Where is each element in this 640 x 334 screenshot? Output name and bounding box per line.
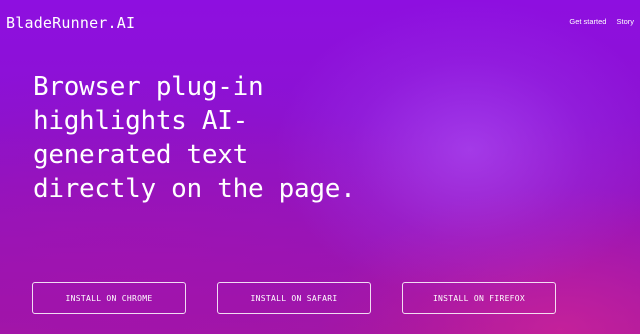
hero-line: generated text xyxy=(33,140,248,170)
brand-logo[interactable]: BladeRunner.AI xyxy=(6,14,135,32)
site-header: BladeRunner.AI Get started Story xyxy=(0,0,640,48)
hero-line: Browser plug-in xyxy=(33,72,264,102)
nav-link-story[interactable]: Story xyxy=(616,17,634,26)
hero-line: highlights AI- xyxy=(33,106,248,136)
install-firefox-button[interactable]: INSTALL ON FIREFOX xyxy=(402,282,556,314)
install-safari-button[interactable]: INSTALL ON SAFARI xyxy=(217,282,371,314)
nav-link-get-started[interactable]: Get started xyxy=(569,17,606,26)
hero-headline: Browser plug-in highlights AI-generated t… xyxy=(33,70,413,206)
top-nav: Get started Story xyxy=(569,17,634,26)
hero-line: directly on the page. xyxy=(33,174,356,204)
install-chrome-button[interactable]: INSTALL ON CHROME xyxy=(32,282,186,314)
